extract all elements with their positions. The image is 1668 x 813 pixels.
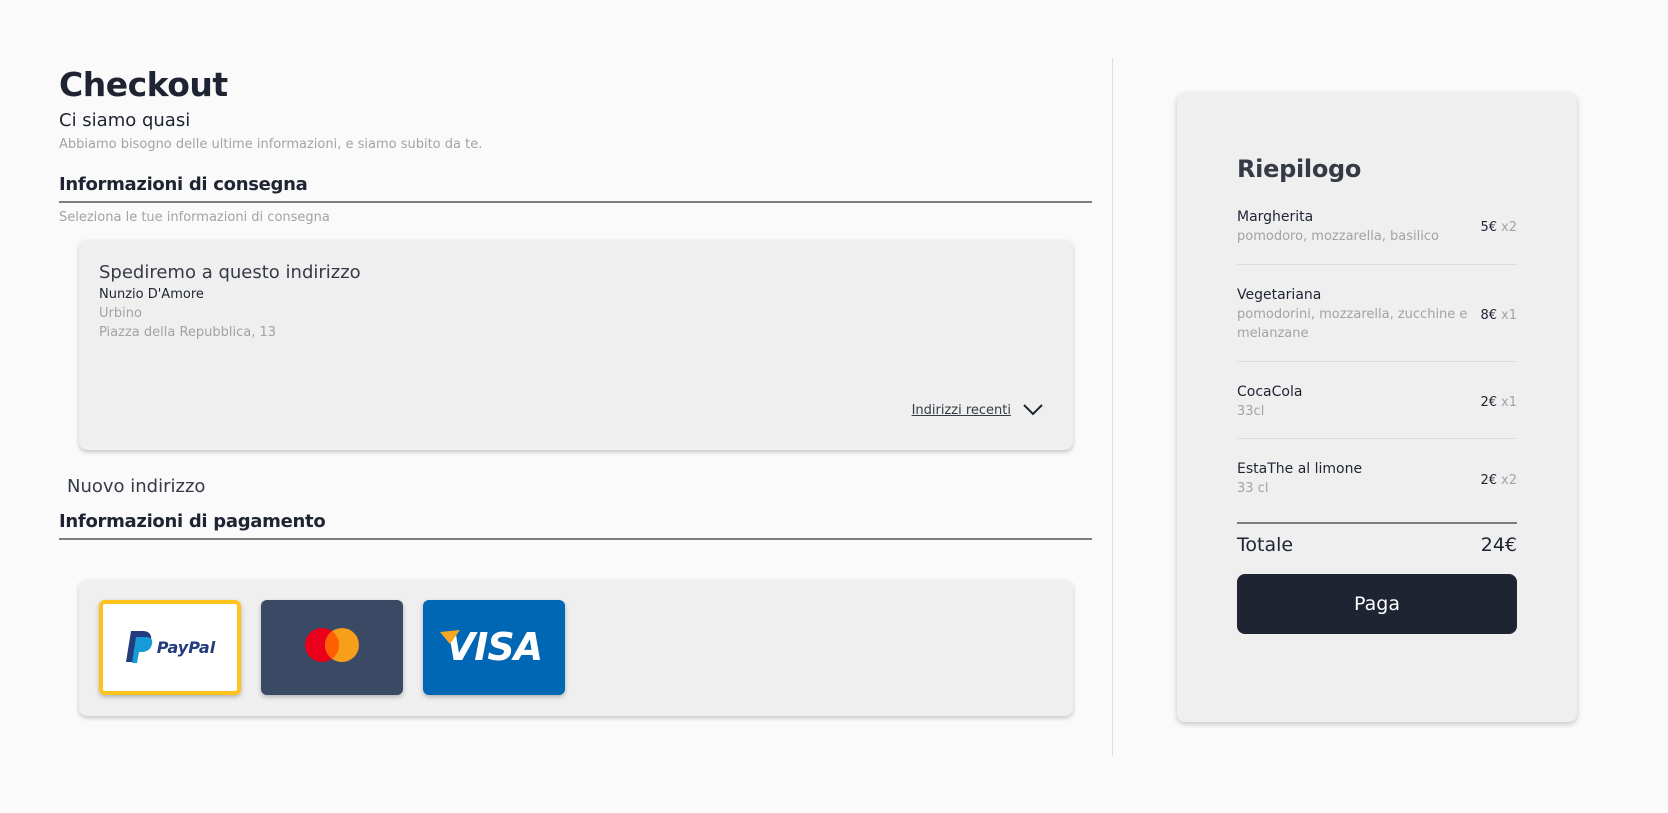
address-name: Nunzio D'Amore xyxy=(99,286,204,302)
paypal-logo-icon: PayPal xyxy=(125,629,215,665)
item-price: 2€ xyxy=(1480,472,1498,488)
total-value: 24€ xyxy=(1480,534,1517,557)
checkout-main: Checkout Ci siamo quasi Abbiamo bisogno … xyxy=(59,58,1092,716)
summary-title: Riepilogo xyxy=(1237,155,1362,183)
payment-method-mastercard[interactable] xyxy=(261,599,403,695)
chevron-down-icon[interactable] xyxy=(1023,401,1043,420)
item-description: pomodoro, mozzarella, basilico xyxy=(1237,229,1439,244)
order-summary: Riepilogo Margherita pomodoro, mozzarell… xyxy=(1177,93,1577,722)
item-quantity: x1 xyxy=(1501,394,1517,410)
new-address-button[interactable]: Nuovo indirizzo xyxy=(67,476,205,497)
item-name: EstaThe al limone xyxy=(1237,461,1363,478)
address-street: Piazza della Repubblica, 13 xyxy=(99,324,277,340)
item-quantity: x2 xyxy=(1501,220,1517,236)
visa-logo-icon: VISA xyxy=(439,625,543,669)
vertical-divider xyxy=(1112,58,1113,756)
summary-item: CocaCola 33cl 2€ x1 xyxy=(1237,384,1517,440)
payment-section-title: Informazioni di pagamento xyxy=(59,511,1092,540)
item-price: 5€ xyxy=(1480,220,1498,236)
page-subtitle: Ci siamo quasi xyxy=(59,110,191,131)
item-description: pomodorini, mozzarella, zucchine e melan… xyxy=(1237,306,1468,341)
recent-addresses-label[interactable]: Indirizzi recenti xyxy=(912,403,1011,418)
mastercard-logo-icon xyxy=(302,627,362,667)
item-name: Vegetariana xyxy=(1237,286,1322,303)
item-quantity: x2 xyxy=(1501,472,1517,488)
payment-methods-card: PayPal VISA xyxy=(79,579,1073,716)
summary-item: Vegetariana pomodorini, mozzarella, zucc… xyxy=(1237,287,1517,362)
summary-total: Totale 24€ xyxy=(1237,522,1517,556)
item-price: 8€ xyxy=(1480,307,1498,323)
paypal-logo-text: PayPal xyxy=(156,637,216,657)
page-title: Checkout xyxy=(59,65,228,104)
delivery-section-title: Informazioni di consegna xyxy=(59,174,1092,203)
item-name: Margherita xyxy=(1237,209,1314,225)
item-description: 33cl xyxy=(1237,403,1265,419)
item-price: 2€ xyxy=(1480,394,1498,410)
payment-method-paypal[interactable]: PayPal xyxy=(99,599,241,695)
summary-item: EstaThe al limone 33 cl 2€ x2 xyxy=(1237,461,1517,516)
summary-item: Margherita pomodoro, mozzarella, basilic… xyxy=(1237,209,1517,265)
delivery-section-hint: Seleziona le tue informazioni di consegn… xyxy=(59,209,330,225)
address-city: Urbino xyxy=(99,305,142,321)
address-card-heading: Spediremo a questo indirizzo xyxy=(99,261,361,283)
item-description: 33 cl xyxy=(1237,481,1269,497)
page-description: Abbiamo bisogno delle ultime informazion… xyxy=(59,136,483,152)
item-name: CocaCola xyxy=(1237,383,1303,400)
address-card[interactable]: Spediremo a questo indirizzo Nunzio D'Am… xyxy=(79,239,1073,450)
payment-method-visa[interactable]: VISA xyxy=(423,599,565,695)
total-label: Totale xyxy=(1237,534,1294,557)
recent-addresses-toggle[interactable]: Indirizzi recenti xyxy=(912,401,1043,420)
pay-button[interactable]: Paga xyxy=(1237,574,1517,635)
item-quantity: x1 xyxy=(1501,307,1517,323)
